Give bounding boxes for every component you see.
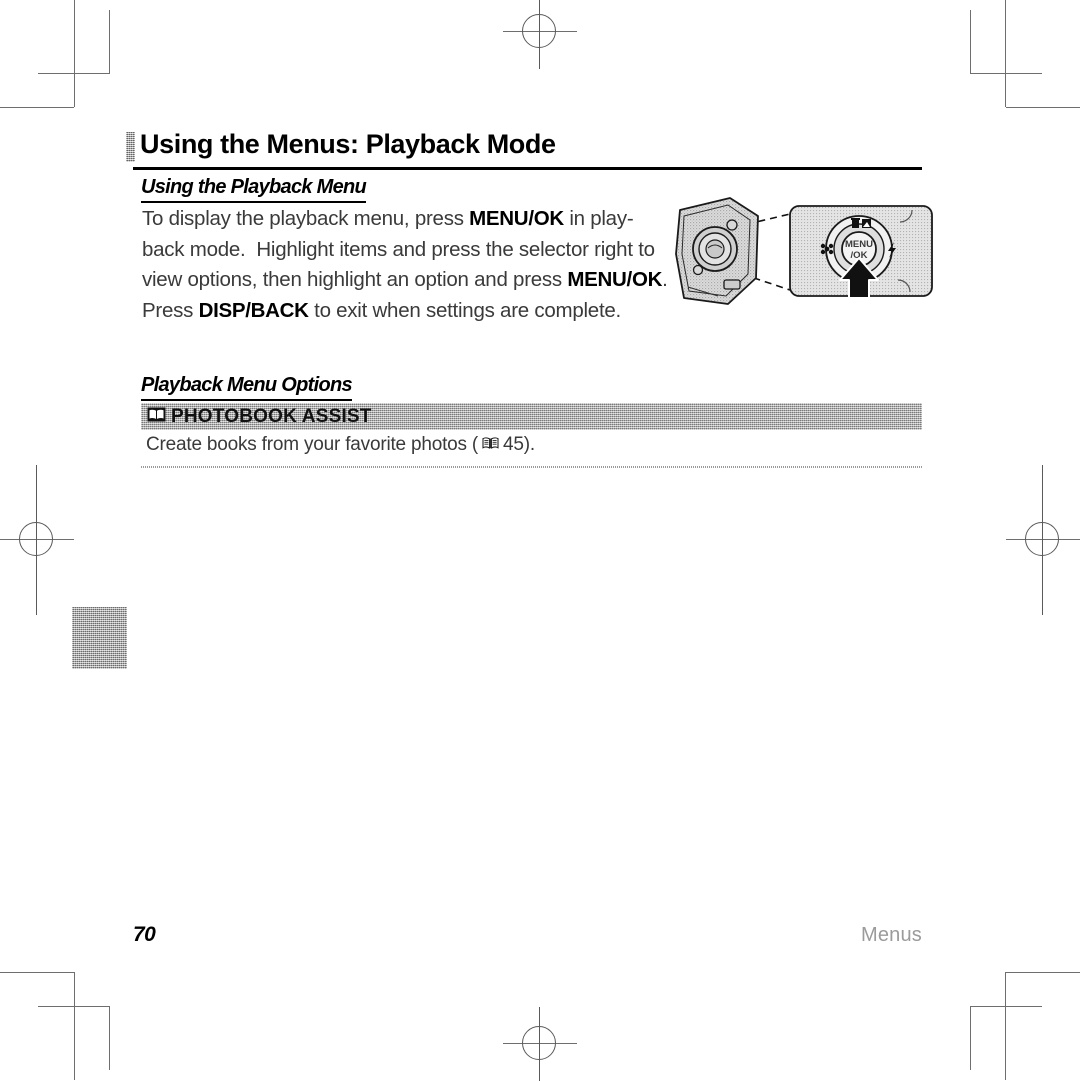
manual-page: Using the Menus: Playback Mode Using the… <box>0 0 1080 1080</box>
menu-option-label: PHOTOBOOK ASSIST <box>171 406 372 427</box>
paragraph-text-run: To display the playback menu, press <box>142 207 470 230</box>
section-heading-playback-menu-options: Playback Menu Options <box>141 374 353 401</box>
section-paragraph: To display the playback menu, press MENU… <box>142 204 675 326</box>
menu-option-header-band: PHOTOBOOK ASSIST <box>141 403 922 430</box>
menu-option-description-before: Create books from your favorite photos ( <box>146 434 479 455</box>
index-thumb-tab <box>72 607 127 669</box>
exposure-compensation-icon-group <box>862 219 871 228</box>
page-title: Using the Menus: Playback Mode <box>126 129 922 165</box>
camera-selector-illustration: MENU /OK <box>672 192 934 328</box>
button-name-menu-ok: MENU/OK <box>469 207 564 230</box>
button-name-menu-ok: MENU/OK <box>567 268 663 291</box>
book-icon <box>147 407 166 427</box>
menu-option-description-after: ). <box>523 434 535 455</box>
svg-text:MENU: MENU <box>845 239 873 250</box>
page-title-text: Using the Menus: Playback Mode <box>140 129 556 159</box>
title-accent-bar <box>126 132 135 162</box>
running-head: Menus <box>860 924 922 946</box>
trash-icon-group <box>851 218 860 228</box>
button-name-disp-back: DISP/BACK <box>198 298 309 322</box>
book-reference-icon <box>482 434 499 456</box>
menu-option-header-content: PHOTOBOOK ASSIST <box>147 406 372 428</box>
option-separator-rule <box>141 466 922 468</box>
page-number: 70 <box>133 923 156 946</box>
menu-option-description: Create books from your favorite photos (… <box>146 434 535 456</box>
paragraph-text-run: to exit when settings are complete. <box>308 298 622 322</box>
menu-option-reference-page: 45 <box>503 434 524 455</box>
section-heading-using-the-playback-menu: Using the Playback Menu <box>141 176 367 203</box>
title-rule <box>133 167 922 170</box>
